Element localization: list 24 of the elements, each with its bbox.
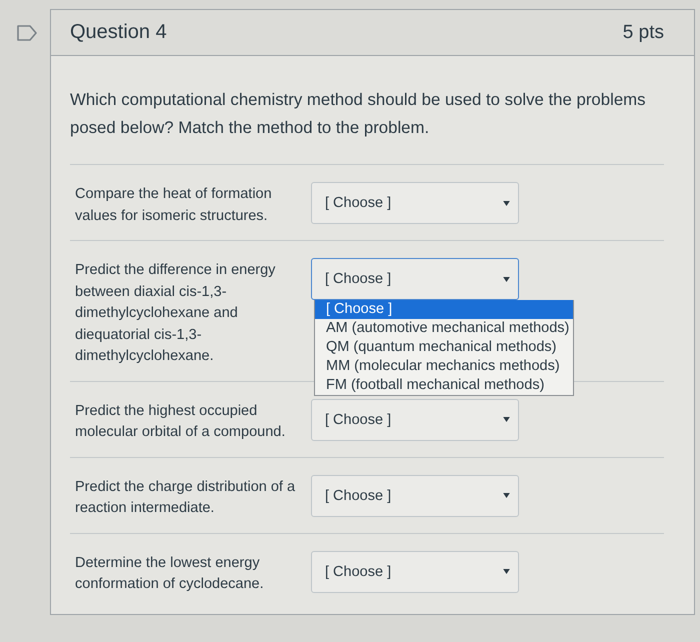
choose-dropdown[interactable]: [ Choose ]: [311, 550, 519, 592]
dropdown-option[interactable]: MM (molecular mechanics methods): [315, 357, 574, 376]
dropdown-option[interactable]: [ Choose ]: [315, 300, 574, 319]
choose-dropdown[interactable]: [ Choose ]: [311, 182, 519, 224]
match-prompt: Compare the heat of formation values for isomeric structures.: [75, 185, 273, 226]
caret-icon: [503, 417, 510, 422]
match-prompt: Determine the lowest energy conformation of cyclodecane.: [75, 554, 265, 594]
points-label: 5 pts: [622, 22, 664, 44]
caret-icon: [503, 276, 510, 282]
match-prompt: Predict the highest occupied molecular orbital of a compound.: [75, 402, 286, 442]
match-prompt: Predict the charge distribution of a reaction intermediate.: [75, 478, 296, 518]
dropdown-option[interactable]: FM (football mechanical methods): [315, 376, 574, 395]
question-title: Question 4: [70, 21, 167, 44]
dropdown-option[interactable]: AM (automotive mechanical methods): [315, 319, 574, 338]
match-prompt: Predict the difference in energy between diaxial cis-1,3-dimethylcyclohexane and diequatorial cis-1,3-dimethylcyclohexane.: [75, 261, 276, 366]
choose-dropdown[interactable]: [ Choose ]: [311, 474, 519, 516]
question-text: Which computational chemistry method should be used to solve the problems posed below? Match the method to the problem.: [70, 89, 647, 139]
caret-icon: [503, 200, 510, 206]
dropdown-option[interactable]: QM (quantum mechanical methods): [315, 338, 574, 357]
choose-dropdown[interactable]: [ Choose ]: [311, 398, 519, 440]
caret-icon: [503, 569, 510, 574]
tag-icon[interactable]: [17, 25, 37, 41]
choose-dropdown[interactable]: [ Choose ]: [311, 258, 519, 300]
caret-icon: [503, 493, 510, 498]
